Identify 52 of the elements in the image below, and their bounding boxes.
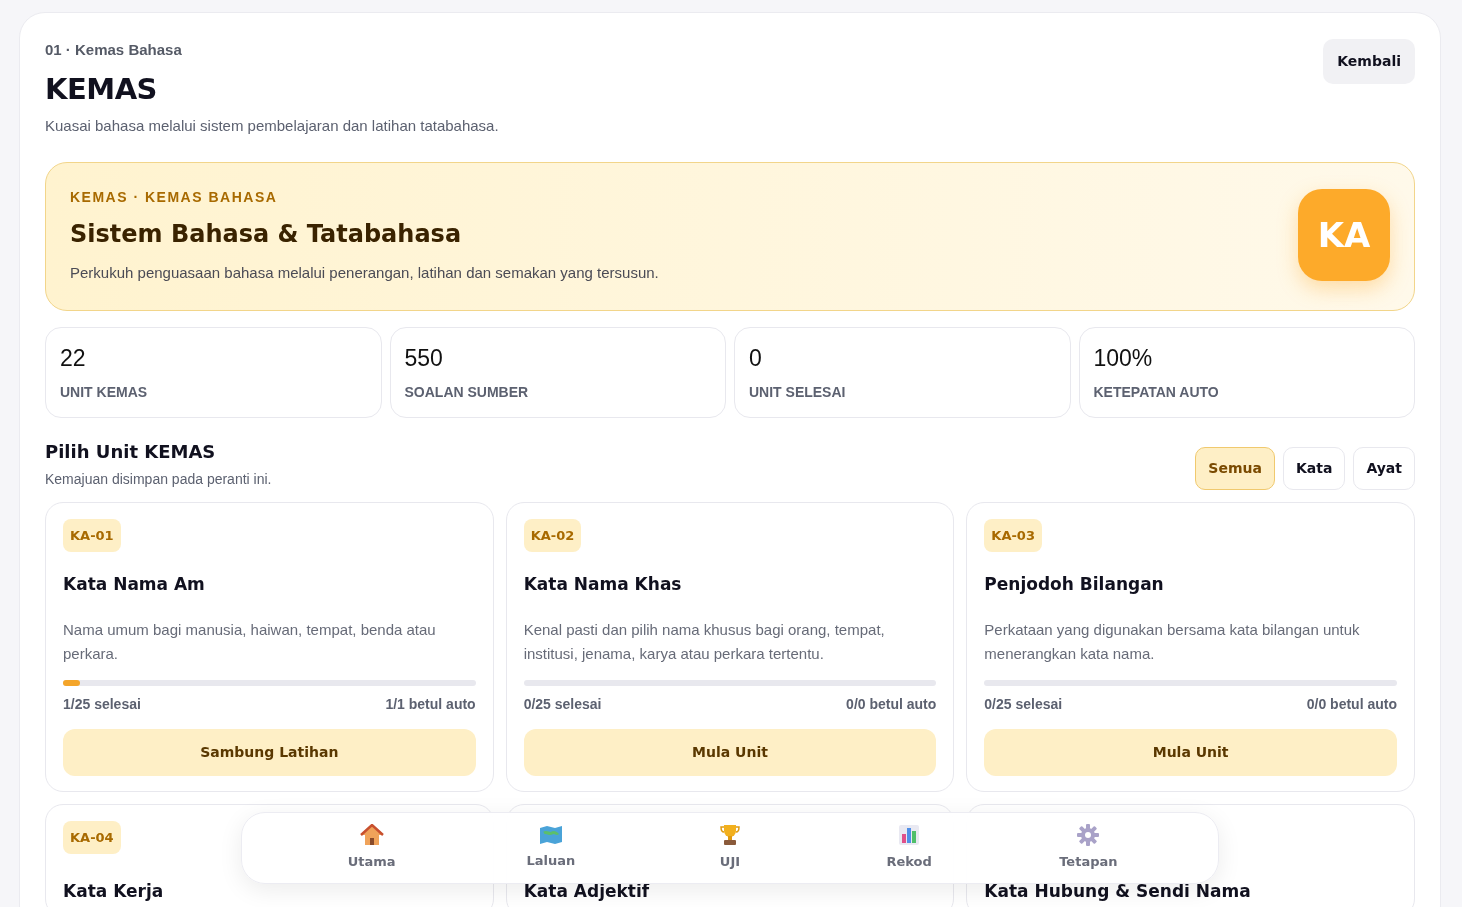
nav-button[interactable]: Laluan bbox=[490, 824, 611, 872]
trophy-icon bbox=[718, 824, 741, 847]
unit-action-button[interactable]: Mula Unit bbox=[523, 728, 937, 776]
stat-label: SOALAN SUMBER bbox=[404, 382, 530, 402]
score-text: 1/1 betul auto bbox=[385, 694, 476, 714]
nav-button[interactable]: UJI bbox=[669, 823, 790, 873]
hero-title: Sistem Bahasa & Tatabahasa bbox=[70, 218, 463, 250]
back-button[interactable]: Kembali bbox=[1323, 39, 1415, 84]
filter-tab[interactable]: Kata bbox=[1282, 446, 1346, 490]
nav-button[interactable]: Utama bbox=[311, 823, 432, 873]
stat-label: UNIT KEMAS bbox=[60, 382, 149, 402]
bar-chart-icon bbox=[898, 824, 921, 847]
score-text: 0/0 betul auto bbox=[846, 694, 937, 714]
breadcrumb-text: 01 · Kemas Bahasa bbox=[45, 40, 183, 60]
stat-value: 22 bbox=[60, 344, 87, 373]
unit-description: Nama umum bagi manusia, haiwan, tempat, benda atau perkara. bbox=[63, 619, 437, 664]
unit-title: Kata Kerja bbox=[63, 882, 165, 901]
filter-tab[interactable]: Ayat bbox=[1353, 446, 1415, 490]
unit-action-button[interactable]: Mula Unit bbox=[984, 728, 1397, 776]
progress-text: 0/25 selesai bbox=[984, 694, 1063, 714]
unit-code-tag: KA-01 bbox=[63, 518, 121, 552]
section-subtitle: Kemajuan disimpan pada peranti ini. bbox=[45, 469, 272, 489]
unit-code-tag: KA-03 bbox=[984, 518, 1042, 552]
map-icon bbox=[538, 825, 563, 846]
stat-value: 550 bbox=[404, 344, 444, 373]
filter-tab[interactable]: Semua bbox=[1195, 446, 1275, 490]
nav-button[interactable]: Tetapan bbox=[1028, 823, 1149, 873]
stat-label: KETEPATAN AUTO bbox=[1093, 382, 1220, 402]
stat-value: 0 bbox=[749, 344, 763, 373]
unit-title: Penjodoh Bilangan bbox=[984, 573, 1165, 596]
unit-action-button[interactable]: Sambung Latihan bbox=[63, 728, 476, 776]
hero-eyebrow: KEMAS · KEMAS BAHASA bbox=[70, 187, 279, 207]
unit-code-tag: KA-02 bbox=[523, 518, 582, 552]
nav-button[interactable]: Rekod bbox=[849, 823, 970, 873]
unit-description: Kenal pasti dan pilih nama khusus bagi orang, tempat, institusi, jenama, karya atau perkara tertentu. bbox=[523, 619, 886, 664]
progress-text: 1/25 selesai bbox=[63, 694, 141, 714]
page-subtitle: Kuasai bahasa melalui sistem pembelajaran dan latihan tatabahasa. bbox=[45, 116, 499, 136]
unit-title: Kata Nama Khas bbox=[523, 573, 683, 596]
unit-title: Kata Hubung & Sendi Nama bbox=[984, 882, 1252, 901]
hero-description: Perkukuh penguasaan bahasa melalui penerangan, latihan dan semakan yang tersusun. bbox=[70, 262, 659, 283]
house-icon bbox=[359, 824, 384, 847]
page-title: KEMAS bbox=[45, 70, 158, 108]
section-title: Pilih Unit KEMAS bbox=[45, 439, 217, 464]
unit-code-tag: KA-04 bbox=[63, 820, 121, 854]
progress-text: 0/25 selesai bbox=[523, 694, 602, 714]
unit-description: Perkataan yang digunakan bersama kata bilangan untuk menerangkan kata nama. bbox=[984, 619, 1361, 664]
score-text: 0/0 betul auto bbox=[1306, 694, 1397, 714]
unit-title: Kata Adjektif bbox=[523, 882, 651, 901]
stat-label: UNIT SELESAI bbox=[749, 382, 847, 402]
stat-value: 100% bbox=[1093, 344, 1154, 373]
unit-title: Kata Nama Am bbox=[63, 573, 206, 596]
initials-badge: KA bbox=[1298, 189, 1390, 282]
